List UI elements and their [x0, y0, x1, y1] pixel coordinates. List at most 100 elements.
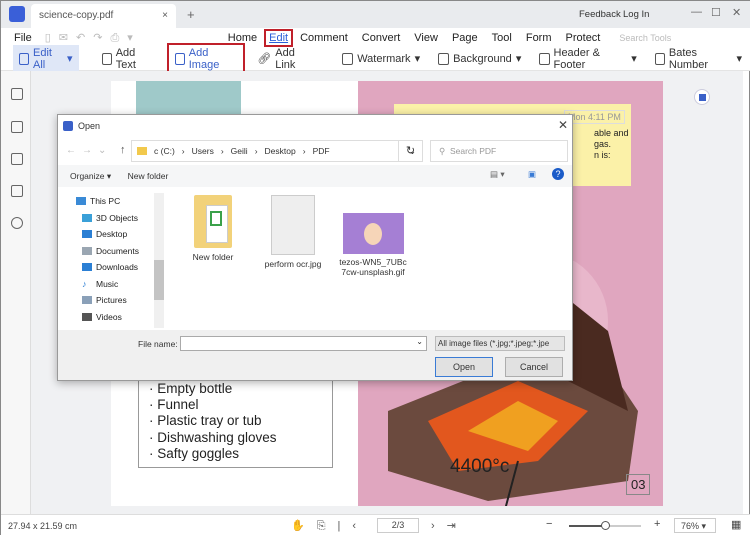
zoom-slider[interactable]: [569, 521, 641, 530]
navigation-icons[interactable]: ✋⎘|‹: [291, 519, 368, 533]
background-button[interactable]: Background ▾: [432, 50, 527, 67]
dialog-close-icon[interactable]: ✕: [558, 118, 568, 132]
add-image-button[interactable]: Add Image: [166, 42, 246, 75]
menu-form[interactable]: Form: [519, 32, 559, 44]
zoom-select[interactable]: 76% ▾: [674, 518, 716, 533]
nav-music[interactable]: ♪ Music: [82, 276, 156, 293]
teal-block: [136, 81, 241, 116]
nav-scrollbar[interactable]: [154, 193, 164, 328]
open-file-dialog: Open ✕ ←→⌄ ↑ c (C:) › Users › Geili › Deskt…: [57, 114, 573, 381]
address-bar[interactable]: c (C:) › Users › Geili › Desktop › PDF ⌄: [131, 140, 423, 162]
add-link-button[interactable]: 🔗︎ Add Link: [251, 45, 319, 73]
search-tools-input[interactable]: Search Tools: [619, 33, 671, 43]
help-icon[interactable]: ?: [552, 168, 564, 180]
new-folder-button[interactable]: New folder: [128, 171, 169, 181]
preview-pane-icon[interactable]: ▣: [528, 169, 536, 180]
menu-file[interactable]: File: [7, 32, 39, 44]
page-input[interactable]: 2/3: [377, 518, 419, 533]
page-dimensions: 27.94 x 21.59 cm: [8, 521, 78, 531]
dialog-app-icon: [63, 121, 73, 131]
bates-icon: [654, 52, 665, 65]
login-link[interactable]: Log In: [623, 9, 649, 20]
title-bar: science-copy.pdf × + Feedback Log In — ☐ …: [1, 1, 750, 28]
maximize-button[interactable]: ☐: [711, 6, 721, 19]
nav-3d-objects[interactable]: 3D Objects: [82, 210, 156, 227]
file-name: New folder: [192, 252, 234, 262]
edit-icon: [19, 52, 30, 65]
list-item: · Empty bottle: [149, 381, 233, 396]
header-footer-button[interactable]: Header & Footer ▾: [533, 45, 642, 73]
file-tezos-gif[interactable]: tezos-WN5_7UBc7cw-unsplash.gif: [338, 213, 408, 277]
thumbnails-icon[interactable]: [11, 88, 23, 100]
menu-view[interactable]: View: [407, 32, 445, 44]
nav-label: Videos: [96, 311, 122, 322]
header-footer-icon: [539, 52, 550, 65]
up-icon[interactable]: ↑: [120, 144, 126, 156]
menu-protect[interactable]: Protect: [559, 32, 608, 44]
refresh-icon[interactable]: ↻: [398, 140, 423, 162]
nav-desktop[interactable]: Desktop: [82, 226, 156, 243]
grid-view-icon[interactable]: ▦: [731, 518, 741, 531]
quick-access-icons[interactable]: ▯✉↶↷⎙▾: [45, 31, 141, 45]
menu-page[interactable]: Page: [445, 32, 485, 44]
image-thumbnail: [271, 195, 315, 255]
zoom-out-icon[interactable]: −: [546, 518, 552, 530]
pictures-icon: [82, 296, 92, 305]
background-label: Background: [453, 52, 512, 65]
3d-objects-icon: [82, 213, 92, 222]
translate-icon[interactable]: [694, 89, 710, 105]
menu-tool[interactable]: Tool: [485, 32, 519, 44]
file-type-select[interactable]: All image files (*.jpg;*.jpeg;*.jpe: [435, 336, 565, 351]
minimize-button[interactable]: —: [691, 6, 702, 18]
nav-this-pc[interactable]: This PC: [76, 193, 156, 210]
nav-downloads[interactable]: Downloads: [82, 259, 156, 276]
list-item: · Dishwashing gloves: [149, 429, 277, 445]
bookmark-icon[interactable]: [11, 121, 23, 133]
file-type-value: All image files (*.jpg;*.jpeg;*.jpe: [438, 339, 550, 348]
nav-label: 3D Objects: [96, 212, 139, 223]
sticky-time: Mon 4:11 PM: [564, 110, 625, 124]
bates-number-button[interactable]: Bates Number ▾: [649, 45, 748, 73]
search-pdf-input[interactable]: ⚲ Search PDF: [430, 140, 568, 162]
tab-close-icon[interactable]: ×: [162, 10, 168, 21]
back-forward-icons[interactable]: ←→⌄: [66, 145, 112, 156]
breadcrumb-item[interactable]: PDF: [313, 146, 330, 156]
folder-icon: [137, 147, 147, 155]
cancel-button[interactable]: Cancel: [505, 357, 563, 377]
watermark-button[interactable]: Watermark ▾: [336, 50, 426, 67]
nav-videos[interactable]: Videos: [82, 309, 156, 326]
breadcrumb-item[interactable]: Geili: [231, 146, 248, 156]
add-text-button[interactable]: Add Text: [96, 45, 161, 73]
chevron-down-icon: ⌄: [416, 337, 423, 346]
file-name: perform ocr.jpg: [264, 259, 322, 269]
zoom-in-icon[interactable]: +: [654, 518, 660, 530]
breadcrumb-item[interactable]: c (C:): [154, 146, 175, 156]
nav-label: Desktop: [96, 229, 128, 240]
open-button[interactable]: Open: [435, 357, 493, 377]
comment-icon[interactable]: [11, 153, 23, 165]
list-item: · Funnel: [149, 397, 199, 413]
edit-all-button[interactable]: Edit All ▾: [13, 44, 79, 73]
page-value: 2/3: [391, 520, 405, 530]
attachment-icon[interactable]: [11, 185, 23, 197]
file-new-folder[interactable]: New folder: [188, 195, 238, 262]
file-perform-ocr[interactable]: perform ocr.jpg: [258, 195, 328, 269]
add-image-label: Add Image: [188, 46, 220, 71]
search-placeholder: Search PDF: [449, 146, 497, 156]
document-tab[interactable]: science-copy.pdf ×: [31, 4, 176, 28]
file-name-input[interactable]: ⌄: [180, 336, 427, 351]
new-tab-button[interactable]: +: [187, 7, 195, 22]
search-icon[interactable]: [11, 217, 23, 229]
feedback-link[interactable]: Feedback: [579, 9, 621, 20]
menu-comment[interactable]: Comment: [293, 32, 355, 44]
breadcrumb-item[interactable]: Desktop: [265, 146, 296, 156]
nav-pictures[interactable]: Pictures: [82, 292, 156, 309]
list-item: · Plastic tray or tub: [149, 413, 262, 429]
view-options-icon[interactable]: ▤ ▾: [490, 169, 505, 180]
menu-convert[interactable]: Convert: [355, 32, 408, 44]
breadcrumb-item[interactable]: Users: [192, 146, 214, 156]
close-window-button[interactable]: ✕: [732, 6, 741, 19]
next-last-icons[interactable]: ›⇥: [431, 519, 468, 532]
nav-documents[interactable]: Documents: [82, 243, 156, 260]
organize-button[interactable]: Organize: [70, 171, 105, 181]
